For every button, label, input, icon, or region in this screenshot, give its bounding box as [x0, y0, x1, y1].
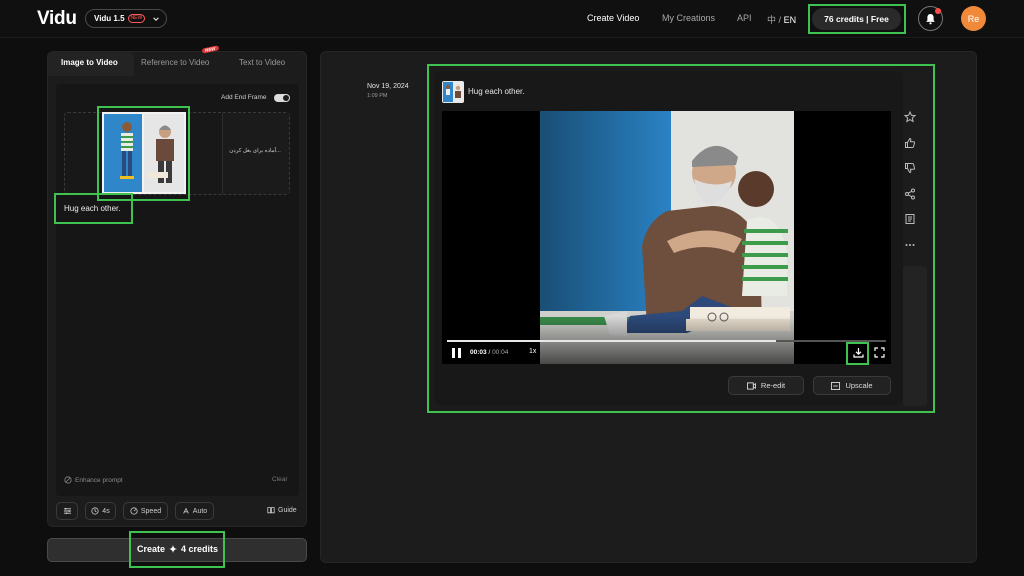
clock-icon	[91, 507, 99, 515]
lang-zh: 中	[767, 15, 777, 25]
notifications-button[interactable]	[918, 6, 943, 31]
tab-reference-to-video[interactable]: Reference to Video	[141, 58, 209, 67]
model-label: Vidu 1.5	[94, 14, 125, 23]
pause-icon[interactable]	[452, 348, 461, 358]
end-frame-text: ...آماده برای بغل کردن	[229, 148, 281, 154]
chevron-down-icon	[153, 16, 159, 21]
thumbs-down-icon[interactable]	[904, 162, 916, 174]
progress-fill	[447, 340, 777, 342]
result-date: Nov 19, 2024	[367, 83, 409, 90]
re-edit-label: Re-edit	[760, 381, 786, 390]
result-prompt: Hug each other.	[468, 87, 525, 96]
prompt-text[interactable]: Hug each other.	[64, 204, 120, 213]
language-switch[interactable]: 中 / EN	[767, 13, 796, 26]
auto-icon	[183, 507, 189, 514]
document-icon[interactable]	[904, 213, 916, 225]
time-separator: /	[488, 349, 491, 356]
enhance-prompt-toggle[interactable]: Enhance prompt	[64, 476, 123, 484]
side-scroll-area	[903, 266, 927, 406]
add-end-frame-toggle[interactable]	[274, 94, 290, 102]
upscale-button[interactable]: Upscale	[813, 376, 891, 395]
duration-button[interactable]: 4s	[85, 502, 116, 520]
clear-button[interactable]: Clear	[272, 476, 288, 483]
upscale-label: Upscale	[845, 381, 873, 390]
fullscreen-icon[interactable]	[874, 347, 885, 358]
re-edit-button[interactable]: Re-edit	[728, 376, 804, 395]
speed-button[interactable]: Speed	[123, 502, 168, 520]
enhance-icon	[64, 476, 72, 484]
start-frame-thumbnail[interactable]	[102, 112, 186, 194]
duration-label: 4s	[102, 507, 110, 515]
time-display: 00:03 / 00:04	[470, 349, 508, 356]
nav-create-video[interactable]: Create Video	[587, 13, 639, 23]
total-duration: 00:04	[492, 349, 509, 356]
speed-label: Speed	[140, 507, 162, 515]
current-time: 00:03	[470, 349, 487, 356]
result-thumbnail[interactable]	[442, 81, 464, 103]
create-label: Create	[137, 544, 166, 554]
avatar[interactable]: Re	[961, 6, 986, 31]
new-badge: NEW	[127, 14, 146, 23]
bell-icon	[926, 13, 935, 24]
create-credits: 4 credits	[181, 544, 219, 554]
tab-image-to-video[interactable]: Image to Video	[61, 58, 118, 67]
nav-my-creations[interactable]: My Creations	[662, 13, 715, 23]
auto-label: Auto	[192, 507, 208, 515]
guide-label: Guide	[278, 506, 297, 514]
download-icon[interactable]	[853, 347, 864, 358]
auto-button[interactable]: Auto	[175, 502, 214, 520]
thumbs-up-icon[interactable]	[904, 137, 916, 149]
upscale-icon	[831, 381, 841, 390]
guide-link[interactable]: Guide	[267, 506, 297, 514]
lang-sep: /	[778, 15, 782, 25]
more-icon[interactable]	[904, 239, 916, 251]
credits-button[interactable]: 76 credits | Free	[812, 8, 901, 30]
settings-button[interactable]	[56, 502, 78, 520]
result-time: 1:09 PM	[367, 93, 388, 99]
speed-icon	[130, 507, 138, 515]
lang-en: EN	[783, 15, 797, 25]
share-icon[interactable]	[904, 188, 916, 200]
model-selector[interactable]: Vidu 1.5 NEW	[85, 9, 167, 28]
tab-text-to-video[interactable]: Text to Video	[239, 58, 285, 67]
enhance-prompt-label: Enhance prompt	[75, 476, 123, 484]
video-edit-icon	[746, 381, 756, 390]
star-icon[interactable]	[904, 111, 916, 123]
nav-api[interactable]: API	[737, 13, 752, 23]
notification-dot	[935, 8, 941, 14]
book-icon	[267, 507, 275, 514]
video-player[interactable]: 00:03 / 00:04 1x	[442, 111, 891, 364]
sparkle-icon	[169, 545, 178, 553]
progress-track[interactable]	[447, 340, 886, 342]
sliders-icon	[63, 507, 71, 515]
create-button-content: Create 4 credits	[137, 544, 218, 554]
add-end-frame-label: Add End Frame	[221, 94, 267, 101]
vidu-logo[interactable]: Vidu	[37, 8, 77, 30]
playback-rate[interactable]: 1x	[529, 348, 536, 355]
